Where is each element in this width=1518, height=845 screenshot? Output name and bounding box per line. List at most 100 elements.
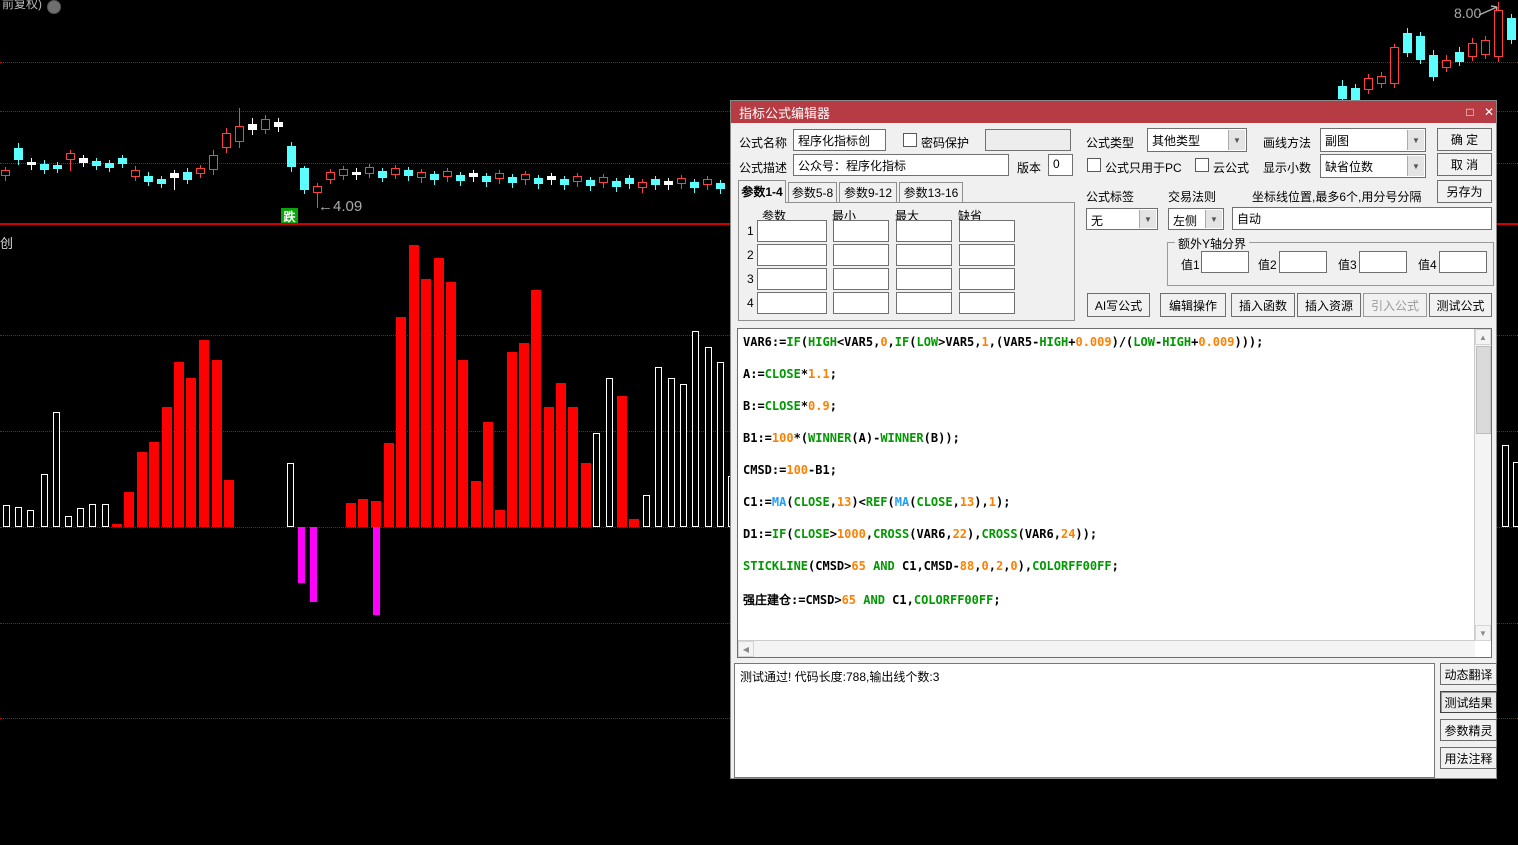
- chevron-down-icon[interactable]: ▼: [1407, 130, 1424, 150]
- usage-notes-button[interactable]: 用法注释: [1440, 747, 1497, 769]
- tab-param-1[interactable]: 参数1-4: [738, 180, 786, 203]
- cancel-button[interactable]: 取 消: [1437, 153, 1492, 176]
- version-input[interactable]: 0: [1048, 154, 1073, 176]
- param-input-r1c2[interactable]: [833, 220, 889, 242]
- param-input-r2c4[interactable]: [959, 244, 1015, 266]
- dialog-titlebar[interactable]: 指标公式编辑器 □ ✕: [731, 101, 1496, 123]
- vertical-scrollbar[interactable]: ▲ ▼: [1474, 329, 1491, 641]
- formula-code-editor[interactable]: VAR6:=IF(HIGH<VAR5,0,IF(LOW>VAR5,1,(VAR5…: [737, 328, 1492, 658]
- axis-position-input[interactable]: 自动: [1232, 207, 1492, 230]
- ok-button[interactable]: 确 定: [1437, 128, 1492, 151]
- password-input[interactable]: [985, 129, 1071, 151]
- indicator-bar-red: [358, 499, 368, 527]
- dialog-title: 指标公式编辑器: [739, 105, 831, 121]
- param-input-r1c4[interactable]: [959, 220, 1015, 242]
- param-input-r4c1[interactable]: [757, 292, 827, 314]
- value3-input[interactable]: [1359, 251, 1407, 273]
- value1-label: 值1: [1181, 258, 1200, 272]
- indicator-bar-white: [643, 495, 650, 527]
- candle-body: [1338, 86, 1347, 99]
- candle-body: [1481, 40, 1490, 55]
- param-input-r2c2[interactable]: [833, 244, 889, 266]
- edit-ops-button[interactable]: 编辑操作: [1160, 293, 1226, 317]
- insert-function-button[interactable]: 插入函数: [1231, 293, 1295, 317]
- formula-type-label: 公式类型: [1086, 136, 1135, 150]
- value1-input[interactable]: [1201, 251, 1249, 273]
- close-icon[interactable]: ✕: [1481, 104, 1497, 120]
- candle-body: [53, 165, 62, 169]
- candle-body: [651, 179, 660, 185]
- indicator-bar-red: [384, 443, 394, 527]
- scroll-down-icon[interactable]: ▼: [1475, 625, 1491, 641]
- candle-body: [716, 183, 725, 189]
- formula-desc-input[interactable]: 公众号：程序化指标: [793, 154, 1009, 176]
- ai-write-button[interactable]: AI写公式: [1087, 293, 1150, 317]
- param-input-r3c4[interactable]: [959, 268, 1015, 290]
- password-protect-checkbox[interactable]: [903, 133, 917, 147]
- indicator-bar-red: [434, 258, 444, 527]
- indicator-bar-white: [655, 367, 662, 527]
- scroll-up-icon[interactable]: ▲: [1475, 329, 1491, 345]
- candle-body: [469, 173, 478, 177]
- test-formula-button[interactable]: 测试公式: [1429, 293, 1492, 317]
- value2-input[interactable]: [1279, 251, 1327, 273]
- formula-type-select[interactable]: 其他类型 ▼: [1147, 128, 1247, 152]
- value4-input[interactable]: [1439, 251, 1487, 273]
- test-result-button[interactable]: 测试结果: [1440, 691, 1497, 713]
- param-input-r1c3[interactable]: [896, 220, 952, 242]
- value3-label: 值3: [1338, 258, 1357, 272]
- dynamic-translate-button[interactable]: 动态翻译: [1440, 663, 1497, 685]
- indicator-bar-white: [27, 510, 34, 527]
- trade-rule-select[interactable]: 左侧 ▼: [1168, 208, 1224, 230]
- param-wizard-button[interactable]: 参数精灵: [1440, 719, 1497, 741]
- indicator-bar-red: [212, 360, 222, 527]
- tab-param-4[interactable]: 参数13-16: [899, 182, 963, 202]
- candle-body: [391, 168, 400, 175]
- decimals-select[interactable]: 缺省位数 ▼: [1320, 154, 1426, 178]
- chevron-down-icon[interactable]: ▼: [1205, 210, 1222, 228]
- indicator-bar-magenta: [373, 527, 380, 615]
- candle-body: [612, 181, 621, 187]
- horizontal-scrollbar[interactable]: ◀: [738, 640, 1475, 657]
- param-input-r4c3[interactable]: [896, 292, 952, 314]
- param-input-r2c1[interactable]: [757, 244, 827, 266]
- param-input-r4c4[interactable]: [959, 292, 1015, 314]
- param-table: 参数 最小 最大 缺省 1234: [738, 202, 1075, 321]
- formula-name-input[interactable]: 程序化指标创: [793, 129, 886, 151]
- indicator-bar-red: [544, 407, 554, 527]
- formula-tag-select[interactable]: 无 ▼: [1086, 208, 1158, 230]
- indicator-bar-red: [629, 519, 639, 527]
- param-input-r1c1[interactable]: [757, 220, 827, 242]
- candle-body: [599, 177, 608, 183]
- candle-body: [677, 178, 686, 184]
- draw-method-select[interactable]: 副图 ▼: [1320, 128, 1426, 152]
- chevron-down-icon[interactable]: ▼: [1228, 130, 1245, 150]
- adjust-mode-label: 前复权): [2, 0, 42, 11]
- param-input-r4c2[interactable]: [833, 292, 889, 314]
- param-input-r3c1[interactable]: [757, 268, 827, 290]
- pc-only-checkbox[interactable]: [1087, 158, 1101, 172]
- chevron-down-icon[interactable]: ▼: [1139, 210, 1156, 228]
- scrollbar-thumb[interactable]: [1476, 346, 1491, 434]
- chevron-down-icon[interactable]: ▼: [1407, 156, 1424, 176]
- candle-body: [495, 173, 504, 179]
- param-input-r2c3[interactable]: [896, 244, 952, 266]
- cloud-formula-checkbox[interactable]: [1195, 158, 1209, 172]
- value2-label: 值2: [1258, 258, 1277, 272]
- code-line-3: B:=CLOSE*0.9;: [743, 399, 837, 413]
- param-input-r3c2[interactable]: [833, 268, 889, 290]
- indicator-bar-white: [53, 412, 60, 527]
- candle-body: [378, 171, 387, 178]
- insert-resource-button[interactable]: 插入资源: [1297, 293, 1361, 317]
- scroll-left-icon[interactable]: ◀: [738, 641, 754, 657]
- indicator-bar-red: [581, 463, 591, 527]
- maximize-icon[interactable]: □: [1462, 104, 1478, 120]
- candle-body: [482, 176, 491, 182]
- param-input-r3c3[interactable]: [896, 268, 952, 290]
- tab-param-3[interactable]: 参数9-12: [839, 182, 897, 202]
- code-line-5: CMSD:=100-B1;: [743, 463, 837, 477]
- candle-body: [1403, 33, 1412, 53]
- candle-body: [92, 161, 101, 166]
- save-as-button[interactable]: 另存为: [1437, 180, 1492, 203]
- tab-param-2[interactable]: 参数5-8: [788, 182, 837, 202]
